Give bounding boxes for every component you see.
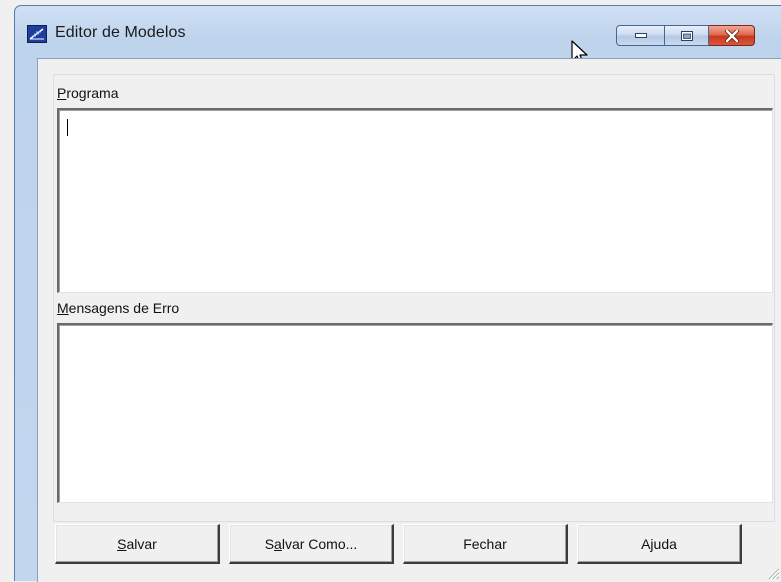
editor-window: Editor de Modelos Programa Mensagens de … xyxy=(14,5,781,582)
caption-buttons xyxy=(616,25,755,47)
program-label: Programa xyxy=(57,85,119,101)
editor-panel: Programa Mensagens de Erro xyxy=(53,74,775,522)
maximize-icon xyxy=(680,30,693,41)
save-button[interactable]: Salvar xyxy=(55,524,220,564)
maximize-button[interactable] xyxy=(665,25,709,46)
close-window-button[interactable] xyxy=(709,25,755,46)
resize-grip-icon[interactable] xyxy=(766,566,780,580)
close-button[interactable]: Fechar xyxy=(403,524,568,564)
client-area: Programa Mensagens de Erro Salvar Sa lvar… xyxy=(37,58,781,582)
error-messages-label: Mensagens de Erro xyxy=(57,300,180,316)
action-buttons: Salvar Sa lvar Como... Fechar Ajuda xyxy=(55,524,775,564)
program-textarea[interactable] xyxy=(57,108,773,293)
close-icon xyxy=(724,29,739,42)
minimize-button[interactable] xyxy=(616,25,665,46)
text-caret xyxy=(67,119,68,136)
window-title: Editor de Modelos xyxy=(55,24,186,41)
model-editor-icon[interactable] xyxy=(27,25,47,43)
help-button[interactable]: Ajuda xyxy=(577,524,742,564)
minimize-icon xyxy=(634,32,647,38)
title-bar[interactable]: Editor de Modelos xyxy=(15,6,781,67)
error-messages-textarea[interactable] xyxy=(57,323,773,503)
save-as-button[interactable]: Sa lvar Como... xyxy=(229,524,394,564)
